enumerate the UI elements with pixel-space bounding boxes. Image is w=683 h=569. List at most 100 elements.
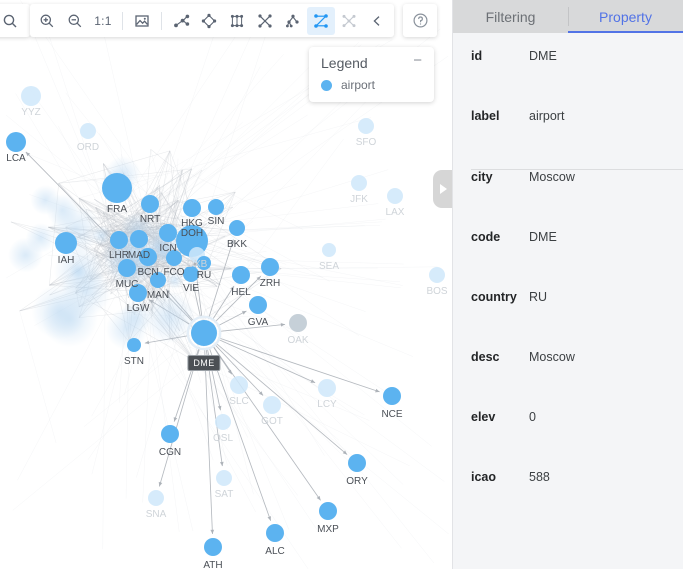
graph-node[interactable]: [159, 224, 177, 242]
legend-minimize-button[interactable]: −: [411, 53, 424, 68]
graph-node[interactable]: [129, 284, 147, 302]
property-key: desc: [471, 350, 500, 364]
radial-layout-button[interactable]: [251, 7, 279, 35]
graph-node[interactable]: [191, 320, 217, 346]
property-row: id DME: [453, 49, 683, 109]
graph-node[interactable]: [6, 132, 26, 152]
force-layout-button[interactable]: [307, 6, 335, 35]
expand-panel-handle[interactable]: [433, 170, 452, 208]
property-value: 588: [529, 470, 550, 484]
property-key: code: [471, 230, 501, 244]
export-image-button[interactable]: [128, 7, 156, 35]
property-value: Moscow: [529, 350, 575, 364]
property-key: label: [471, 109, 500, 123]
property-key: elev: [471, 410, 496, 424]
property-value: 0: [529, 410, 536, 424]
graph-node[interactable]: [21, 86, 41, 106]
toolbar-main-group: 1:1: [30, 4, 394, 37]
graph-node[interactable]: [139, 248, 157, 266]
dagre-layout-button[interactable]: [335, 7, 363, 35]
graph-node[interactable]: [110, 231, 128, 249]
graph-node[interactable]: [55, 232, 77, 254]
tab-property[interactable]: Property: [568, 0, 683, 33]
graph-node[interactable]: [127, 338, 141, 352]
graph-node[interactable]: [215, 414, 231, 430]
property-row: elev 0: [453, 410, 683, 470]
legend-header: Legend −: [321, 53, 424, 71]
graph-node[interactable]: [118, 259, 136, 277]
property-row: code DME: [453, 230, 683, 290]
property-key: country: [471, 290, 517, 304]
legend-item-label: airport: [341, 78, 376, 92]
property-value: DME: [529, 49, 557, 63]
graph-toolbar: 1:1: [0, 4, 437, 37]
graph-node[interactable]: [383, 387, 401, 405]
graph-node[interactable]: [429, 267, 445, 283]
help-button[interactable]: [406, 7, 434, 35]
property-list: id DME label airport city Moscow code DME countr…: [453, 33, 683, 569]
property-key: icao: [471, 470, 497, 484]
graph-node[interactable]: [358, 118, 374, 134]
graph-node[interactable]: [183, 199, 201, 217]
graph-node[interactable]: [318, 379, 336, 397]
property-row: label airport: [453, 109, 683, 169]
toolbar-help-group: [403, 4, 437, 37]
graph-explorer-app: LCA IAH FRA NRT HKG SIN DOH ICN BKK LHR MAD BCN FCO D…: [0, 0, 683, 569]
graph-node[interactable]: [208, 199, 224, 215]
graph-node[interactable]: [387, 188, 403, 204]
legend-panel[interactable]: Legend − airport: [309, 47, 434, 102]
property-value: DME: [529, 230, 557, 244]
property-row: desc Moscow: [453, 350, 683, 410]
graph-node[interactable]: [266, 524, 284, 542]
zoom-in-button[interactable]: [33, 7, 61, 35]
graph-node[interactable]: [232, 266, 250, 284]
graph-node[interactable]: [150, 272, 166, 288]
property-key: city: [471, 170, 493, 184]
property-row: country RU: [453, 290, 683, 350]
graph-node[interactable]: [102, 173, 132, 203]
graph-node[interactable]: [204, 538, 222, 556]
property-value: airport: [529, 109, 565, 123]
zoom-out-button[interactable]: [61, 7, 89, 35]
search-button[interactable]: [0, 7, 24, 35]
graph-node[interactable]: [319, 502, 337, 520]
graph-node[interactable]: [161, 425, 179, 443]
side-panel-tabbar: Filtering Property: [453, 0, 683, 33]
chevron-right-icon: [440, 184, 447, 194]
graph-node[interactable]: [148, 490, 164, 506]
property-value: Moscow: [529, 170, 575, 184]
graph-node[interactable]: [261, 258, 279, 276]
toolbar-search-group: [0, 4, 30, 37]
tab-filtering-label: Filtering: [485, 8, 536, 25]
collapse-toolbar-button[interactable]: [363, 7, 391, 35]
zoom-reset-button[interactable]: 1:1: [89, 7, 117, 35]
graph-node[interactable]: [183, 266, 199, 282]
graph-node[interactable]: [229, 220, 245, 236]
graph-node[interactable]: [141, 195, 159, 213]
legend-color-dot: [321, 79, 332, 91]
grid-layout-button[interactable]: [223, 7, 251, 35]
graph-node[interactable]: [249, 296, 267, 314]
legend-title: Legend: [321, 55, 368, 71]
legend-item-airport[interactable]: airport: [321, 78, 424, 92]
toolbar-separator-1: [122, 11, 123, 30]
graph-node[interactable]: [80, 123, 96, 139]
graph-node[interactable]: [197, 256, 211, 270]
graph-canvas[interactable]: LCA IAH FRA NRT HKG SIN DOH ICN BKK LHR MAD BCN FCO D…: [0, 0, 452, 569]
graph-node[interactable]: [351, 175, 367, 191]
graph-node[interactable]: [216, 470, 232, 486]
tab-filtering[interactable]: Filtering: [453, 0, 568, 33]
graph-node[interactable]: [289, 314, 307, 332]
circle-layout-button[interactable]: [195, 7, 223, 35]
side-panel: Filtering Property id DME label airport city…: [452, 0, 683, 569]
graph-node[interactable]: [263, 396, 281, 414]
hierarchy-layout-button[interactable]: [167, 7, 195, 35]
graph-node[interactable]: [322, 243, 336, 257]
graph-node[interactable]: [230, 376, 248, 394]
tree-layout-button[interactable]: [279, 7, 307, 35]
property-row: city Moscow: [453, 170, 683, 230]
graph-node[interactable]: [348, 454, 366, 472]
graph-node[interactable]: [130, 230, 148, 248]
property-key: id: [471, 49, 483, 63]
graph-node[interactable]: [166, 250, 182, 266]
